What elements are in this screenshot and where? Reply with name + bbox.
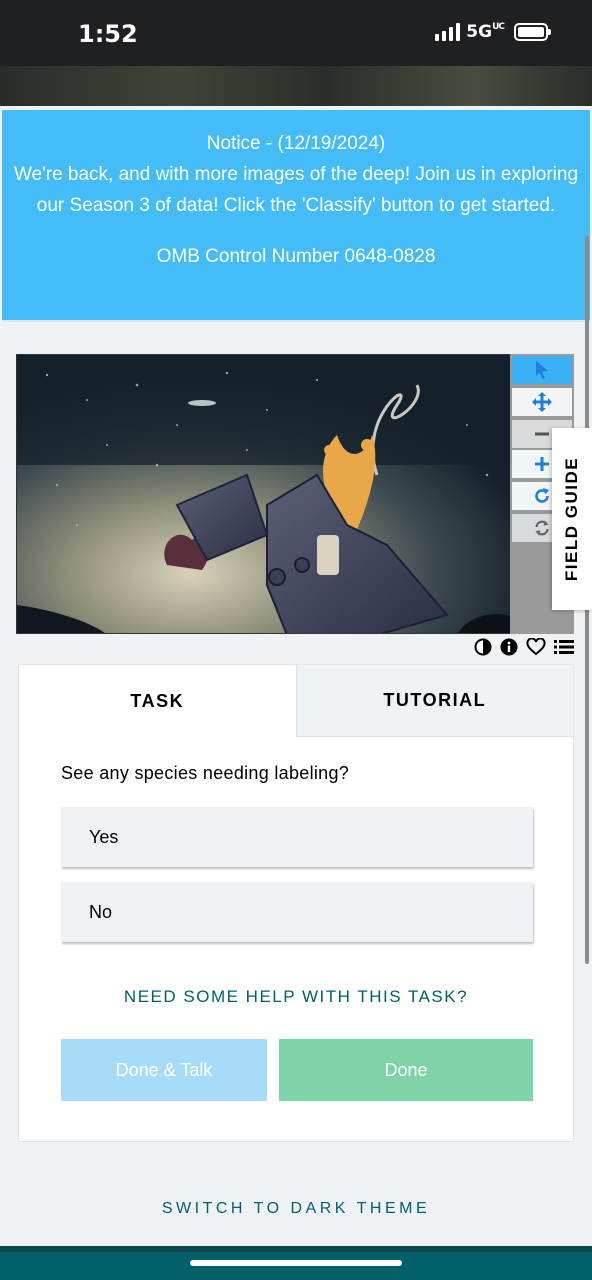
done-and-talk-button[interactable]: Done & Talk bbox=[61, 1039, 267, 1101]
home-indicator bbox=[190, 1260, 402, 1266]
task-panel: TASK TUTORIAL See any species needing la… bbox=[18, 664, 574, 1142]
task-tabs: TASK TUTORIAL bbox=[19, 665, 573, 737]
move-arrows-icon bbox=[532, 392, 552, 412]
done-button[interactable]: Done bbox=[279, 1039, 533, 1101]
seafloor-photo bbox=[17, 355, 511, 633]
plus-icon bbox=[535, 457, 549, 471]
pan-tool-button[interactable] bbox=[512, 388, 572, 416]
network-label: 5GUC bbox=[466, 22, 505, 42]
task-help-link[interactable]: NEED SOME HELP WITH THIS TASK? bbox=[19, 987, 573, 1007]
notice-banner: Notice - (12/19/2024) We're back, and wi… bbox=[2, 110, 590, 322]
field-guide-tab[interactable]: FIELD GUIDE bbox=[552, 428, 592, 610]
contrast-icon[interactable] bbox=[474, 638, 492, 656]
status-bar: 1:52 5GUC bbox=[0, 0, 592, 66]
minus-icon bbox=[535, 432, 549, 436]
refresh-icon bbox=[535, 520, 549, 536]
header-image-strip bbox=[0, 66, 592, 106]
list-icon[interactable] bbox=[554, 638, 574, 656]
status-time: 1:52 bbox=[78, 20, 138, 48]
battery-icon bbox=[514, 23, 551, 41]
info-icon[interactable] bbox=[500, 638, 518, 656]
subject-meta-toolbar bbox=[460, 636, 574, 658]
pointer-tool-button[interactable] bbox=[512, 356, 572, 384]
status-indicators: 5GUC bbox=[435, 22, 551, 42]
answer-yes-button[interactable]: Yes bbox=[61, 807, 533, 867]
notice-date: Notice - (12/19/2024) bbox=[206, 133, 386, 154]
field-guide-label: FIELD GUIDE bbox=[562, 456, 582, 582]
subject-image[interactable] bbox=[16, 354, 512, 634]
task-question: See any species needing labeling? bbox=[61, 763, 350, 783]
answer-no-button[interactable]: No bbox=[61, 882, 533, 942]
heart-icon[interactable] bbox=[526, 638, 546, 656]
signal-icon bbox=[435, 23, 461, 41]
cursor-arrow-icon bbox=[536, 361, 548, 379]
omb-control-number: OMB Control Number 0648-0828 bbox=[156, 246, 436, 267]
tab-task[interactable]: TASK bbox=[19, 665, 296, 737]
dark-theme-toggle[interactable]: SWITCH TO DARK THEME bbox=[0, 1200, 592, 1218]
tab-tutorial[interactable]: TUTORIAL bbox=[295, 665, 573, 737]
rotate-icon bbox=[535, 488, 549, 503]
notice-message: We're back, and with more images of the … bbox=[13, 164, 579, 216]
